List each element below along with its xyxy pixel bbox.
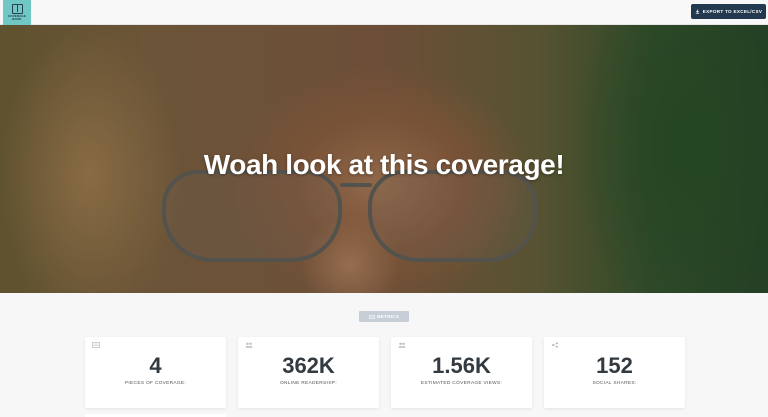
chart-icon <box>368 314 375 319</box>
hero-title: Woah look at this coverage! <box>203 149 565 180</box>
users-icon <box>398 342 406 348</box>
list-icon <box>92 342 100 348</box>
metric-card-coverage: 4 PIECES OF COVERAGE: <box>85 337 226 408</box>
users-icon <box>245 342 253 348</box>
metric-value: 152 <box>596 353 633 378</box>
logo[interactable]: COVERAGE BOOK <box>3 0 31 25</box>
metrics-label-text: METRICS <box>376 314 400 319</box>
top-bar: COVERAGE BOOK EXPORT TO EXCEL/CSV <box>0 0 768 25</box>
metric-label: PIECES OF COVERAGE: <box>124 381 187 386</box>
logo-text-line-2: BOOK <box>12 17 22 21</box>
book-icon <box>11 3 23 14</box>
share-icon <box>552 342 558 348</box>
metric-value: 362K <box>282 353 335 378</box>
metrics-section-label: METRICS <box>359 311 409 322</box>
hero-banner: Woah look at this coverage! <box>0 25 768 293</box>
metric-label: SOCIAL SHARES: <box>592 381 637 386</box>
metric-label: ESTIMATED COVERAGE VIEWS: <box>420 381 503 386</box>
metric-card-views: 1.56K ESTIMATED COVERAGE VIEWS: <box>391 337 532 408</box>
metric-card-readership: 362K ONLINE READERSHIP: <box>238 337 379 408</box>
export-button-label: EXPORT TO EXCEL/CSV <box>702 9 763 14</box>
metric-value: 4 <box>149 353 162 378</box>
metric-value: 1.56K <box>432 353 491 378</box>
metrics-section: METRICS 4 PIECES OF COVERAGE: 362K ONLIN… <box>0 293 768 417</box>
download-icon <box>695 9 699 14</box>
metric-label: ONLINE READERSHIP: <box>279 381 338 386</box>
metric-card-shares: 152 SOCIAL SHARES: <box>544 337 685 408</box>
export-button[interactable]: EXPORT TO EXCEL/CSV <box>691 4 766 19</box>
